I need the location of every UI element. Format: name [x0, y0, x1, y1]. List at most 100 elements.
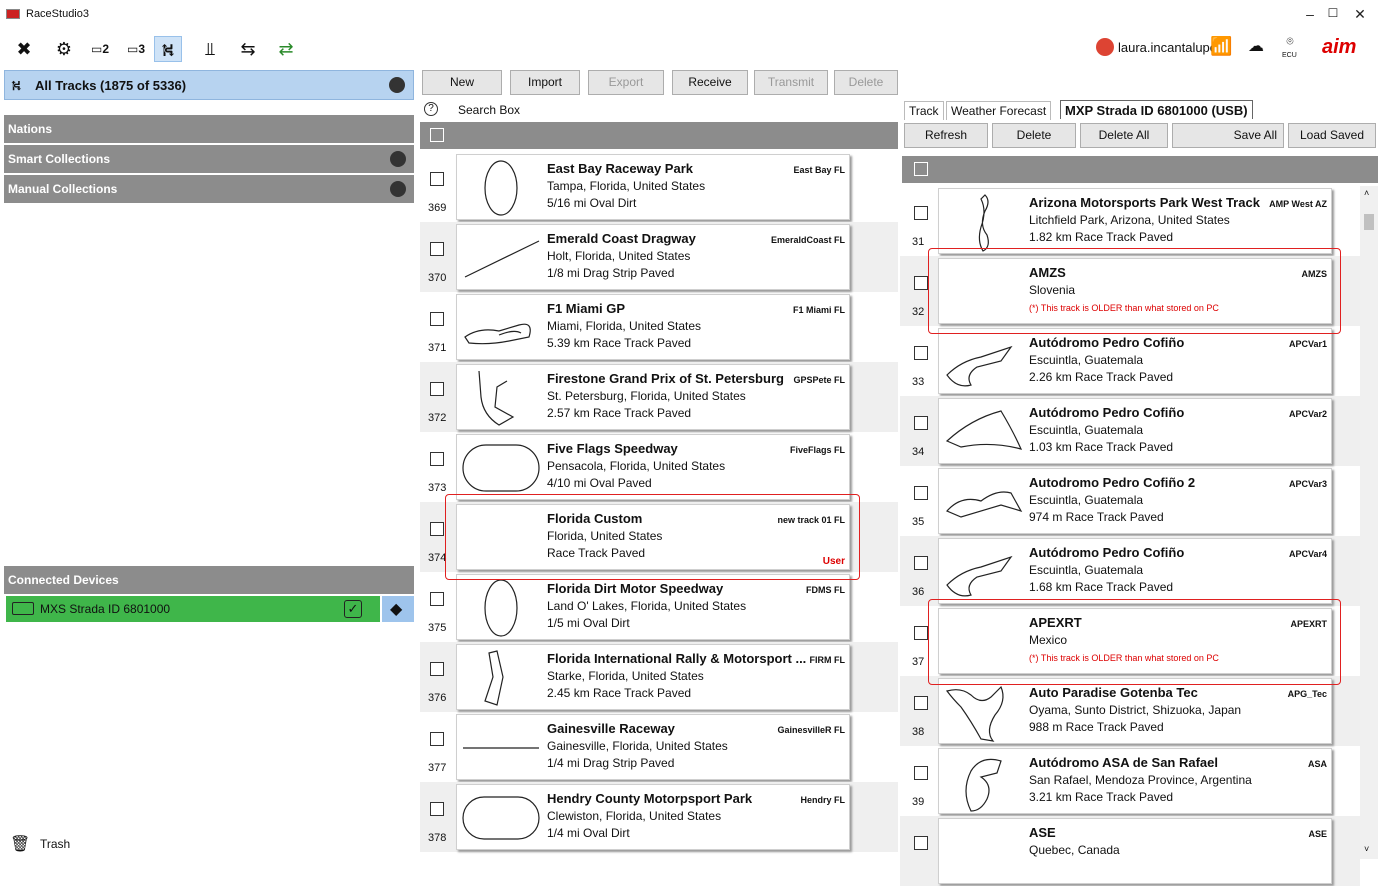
import-button[interactable]: Import	[510, 70, 580, 95]
row-checkbox[interactable]	[430, 452, 444, 466]
row-checkbox[interactable]	[430, 242, 444, 256]
transmit-button[interactable]: Transmit	[754, 70, 828, 95]
row-checkbox[interactable]	[430, 662, 444, 676]
refresh-button[interactable]: Refresh	[904, 123, 988, 148]
settings-gear-icon[interactable]: ⚙	[50, 36, 78, 62]
dash-v3-icon[interactable]: ▭3	[122, 36, 150, 62]
row-checkbox[interactable]	[914, 836, 928, 850]
select-all-checkbox[interactable]	[430, 128, 444, 142]
row-checkbox[interactable]	[914, 416, 928, 430]
track-card[interactable]: Auto Paradise Gotenba Tec APG_Tec Oyama,…	[938, 678, 1332, 744]
track-card[interactable]: Autódromo Pedro Cofiño APCVar2 Escuintla…	[938, 398, 1332, 464]
tab-weather-forecast[interactable]: Weather Forecast	[946, 101, 1052, 120]
track-card[interactable]: F1 Miami GP F1 Miami FL Miami, Florida, …	[456, 294, 850, 360]
row-checkbox[interactable]	[430, 802, 444, 816]
delete-all-button[interactable]: Delete All	[1080, 123, 1168, 148]
track-card[interactable]: Gainesville Raceway GainesvilleR FL Gain…	[456, 714, 850, 780]
maximize-button[interactable]: ☐	[1323, 6, 1343, 20]
row-checkbox[interactable]	[914, 206, 928, 220]
track-row[interactable]: 370 Emerald Coast Dragway EmeraldCoast F…	[420, 222, 898, 292]
row-checkbox[interactable]	[914, 276, 928, 290]
track-card[interactable]: Autódromo ASA de San Rafael ASA San Rafa…	[938, 748, 1332, 814]
save-all-button[interactable]: Save All	[1172, 123, 1284, 148]
row-checkbox[interactable]	[914, 486, 928, 500]
tracks-icon[interactable]: ⛕	[154, 36, 182, 62]
track-card[interactable]: Five Flags Speedway FiveFlags FL Pensaco…	[456, 434, 850, 500]
delete-button[interactable]: Delete	[834, 70, 898, 95]
cloud-icon[interactable]: ☁	[1248, 36, 1264, 56]
analysis-icon[interactable]: ⫫	[196, 36, 224, 62]
track-row[interactable]: 375 Florida Dirt Motor Speedway FDMS FL …	[420, 572, 898, 642]
track-card[interactable]: Emerald Coast Dragway EmeraldCoast FL Ho…	[456, 224, 850, 290]
gear-icon[interactable]	[390, 181, 406, 197]
row-checkbox[interactable]	[430, 312, 444, 326]
tab-device[interactable]: MXP Strada ID 6801000 (USB)	[1060, 100, 1253, 119]
row-checkbox[interactable]	[914, 346, 928, 360]
device-select-all-checkbox[interactable]	[914, 162, 928, 176]
row-checkbox[interactable]	[914, 626, 928, 640]
gear-icon[interactable]	[390, 151, 406, 167]
close-button[interactable]: ✕	[1350, 6, 1370, 23]
receive-button[interactable]: Receive	[672, 70, 748, 95]
device-checkbox[interactable]: ✓	[344, 600, 362, 618]
track-card[interactable]: Autódromo Pedro Cofiño APCVar4 Escuintla…	[938, 538, 1332, 604]
tab-track[interactable]: Track	[904, 101, 944, 120]
tools-icon[interactable]: ✖	[10, 36, 38, 62]
add-device-icon[interactable]: ⇆	[234, 36, 262, 62]
smart-collections-section[interactable]: Smart Collections	[4, 145, 414, 173]
nations-section[interactable]: Nations	[4, 115, 414, 143]
export-button[interactable]: Export	[588, 70, 664, 95]
device-delete-button[interactable]: Delete	[992, 123, 1076, 148]
row-checkbox[interactable]	[430, 732, 444, 746]
track-card[interactable]: East Bay Raceway Park East Bay FL Tampa,…	[456, 154, 850, 220]
scrollbar[interactable]: ˄ ˅	[1360, 186, 1378, 859]
load-saved-button[interactable]: Load Saved	[1288, 123, 1376, 148]
track-row[interactable]: 33 Autódromo Pedro Cofiño APCVar1 Escuin…	[900, 326, 1360, 396]
row-checkbox[interactable]	[914, 556, 928, 570]
track-card[interactable]: Autódromo Pedro Cofiño APCVar1 Escuintla…	[938, 328, 1332, 394]
track-row[interactable]: 372 Firestone Grand Prix of St. Petersbu…	[420, 362, 898, 432]
gear-icon[interactable]	[389, 77, 405, 93]
tag-icon[interactable]: ◆	[382, 596, 414, 622]
track-card[interactable]: Florida Dirt Motor Speedway FDMS FL Land…	[456, 574, 850, 640]
row-checkbox[interactable]	[914, 766, 928, 780]
search-box[interactable]: Search Box	[458, 103, 520, 117]
track-card[interactable]: Arizona Motorsports Park West Track AMP …	[938, 188, 1332, 254]
track-row[interactable]: 369 East Bay Raceway Park East Bay FL Ta…	[420, 152, 898, 222]
wifi-icon[interactable]: 📶	[1210, 36, 1232, 57]
scroll-down-icon[interactable]: ˅	[1364, 844, 1369, 854]
track-card[interactable]: ASE ASE Quebec, Canada	[938, 818, 1332, 884]
track-row[interactable]: ASE ASE Quebec, Canada	[900, 816, 1360, 886]
device-row[interactable]: MXS Strada ID 6801000 ✓	[6, 596, 380, 622]
scroll-thumb[interactable]	[1364, 214, 1374, 230]
dash-v2-icon[interactable]: ▭2	[86, 36, 114, 62]
trash-label[interactable]: Trash	[40, 837, 70, 851]
track-row[interactable]: 34 Autódromo Pedro Cofiño APCVar2 Escuin…	[900, 396, 1360, 466]
new-button[interactable]: New	[422, 70, 502, 95]
row-checkbox[interactable]	[430, 522, 444, 536]
track-card[interactable]: Florida International Rally & Motorsport…	[456, 644, 850, 710]
minimize-button[interactable]: –	[1300, 6, 1320, 22]
track-row[interactable]: 31 Arizona Motorsports Park West Track A…	[900, 186, 1360, 256]
row-checkbox[interactable]	[430, 592, 444, 606]
track-card[interactable]: Firestone Grand Prix of St. Petersburg G…	[456, 364, 850, 430]
transfer-icon[interactable]: ⇄	[272, 36, 300, 62]
row-checkbox[interactable]	[914, 696, 928, 710]
manual-collections-section[interactable]: Manual Collections	[4, 175, 414, 203]
user-name[interactable]: laura.incantalupo	[1118, 40, 1217, 55]
track-card[interactable]: Autodromo Pedro Cofiño 2 APCVar3 Escuint…	[938, 468, 1332, 534]
row-checkbox[interactable]	[430, 172, 444, 186]
track-row[interactable]: 378 Hendry County Motorpsport Park Hendr…	[420, 782, 898, 852]
track-card[interactable]: Hendry County Motorpsport Park Hendry FL…	[456, 784, 850, 850]
track-row[interactable]: 373 Five Flags Speedway FiveFlags FL Pen…	[420, 432, 898, 502]
track-row[interactable]: 377 Gainesville Raceway GainesvilleR FL …	[420, 712, 898, 782]
track-row[interactable]: 39 Autódromo ASA de San Rafael ASA San R…	[900, 746, 1360, 816]
help-icon[interactable]: ?	[424, 102, 438, 116]
scroll-up-icon[interactable]: ˄	[1364, 188, 1369, 198]
track-row[interactable]: 35 Autodromo Pedro Cofiño 2 APCVar3 Escu…	[900, 466, 1360, 536]
ecu-icon[interactable]: ⌾	[1280, 34, 1300, 49]
all-tracks-header[interactable]: ⛕ All Tracks (1875 of 5336)	[4, 70, 414, 100]
track-row[interactable]: 376 Florida International Rally & Motors…	[420, 642, 898, 712]
trash-icon[interactable]: 🗑	[10, 834, 30, 854]
track-row[interactable]: 36 Autódromo Pedro Cofiño APCVar4 Escuin…	[900, 536, 1360, 606]
